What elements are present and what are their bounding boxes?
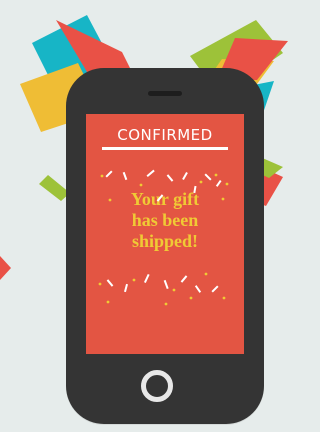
- confetti-dot: [139, 183, 143, 187]
- confetti-dot: [98, 282, 102, 286]
- home-button[interactable]: [141, 370, 173, 402]
- confetti-decoration: [98, 169, 229, 306]
- confetti-dot: [100, 174, 104, 178]
- confetti-piece: [180, 275, 188, 283]
- confetti-piece: [143, 273, 150, 283]
- confetti-piece: [182, 172, 188, 180]
- confirmation-illustration: CONFIRMED Your gift has been shipped!: [0, 0, 297, 432]
- confetti-dot: [222, 296, 226, 300]
- confetti-piece: [215, 179, 222, 187]
- confetti-dot: [106, 300, 110, 304]
- speaker-grille: [148, 91, 182, 96]
- confetti-dot: [189, 296, 193, 300]
- confetti-dot: [221, 197, 225, 201]
- red-ribbon-edge: [0, 256, 11, 280]
- confetti-piece: [146, 169, 155, 177]
- phone-body: CONFIRMED Your gift has been shipped!: [66, 68, 264, 424]
- confetti-piece: [204, 173, 212, 181]
- phone-screen: CONFIRMED Your gift has been shipped!: [86, 114, 244, 354]
- confetti-dot: [204, 272, 208, 276]
- confetti-dot: [199, 180, 203, 184]
- confetti-dot: [164, 302, 168, 306]
- confetti-dot: [108, 198, 112, 202]
- confetti-piece: [122, 171, 128, 181]
- confetti-dot: [225, 182, 229, 186]
- confetti-dot: [172, 288, 176, 292]
- confetti-dot: [214, 173, 218, 177]
- confetti-piece: [166, 174, 174, 182]
- confetti-piece: [105, 170, 113, 178]
- confetti-piece: [106, 279, 114, 287]
- confetti-piece: [193, 185, 197, 194]
- confetti-piece: [194, 285, 202, 293]
- confetti-piece: [156, 194, 164, 202]
- confetti-piece: [163, 279, 169, 290]
- confetti-dot: [132, 278, 136, 282]
- confetti-piece: [123, 283, 129, 293]
- confetti-piece: [211, 285, 219, 293]
